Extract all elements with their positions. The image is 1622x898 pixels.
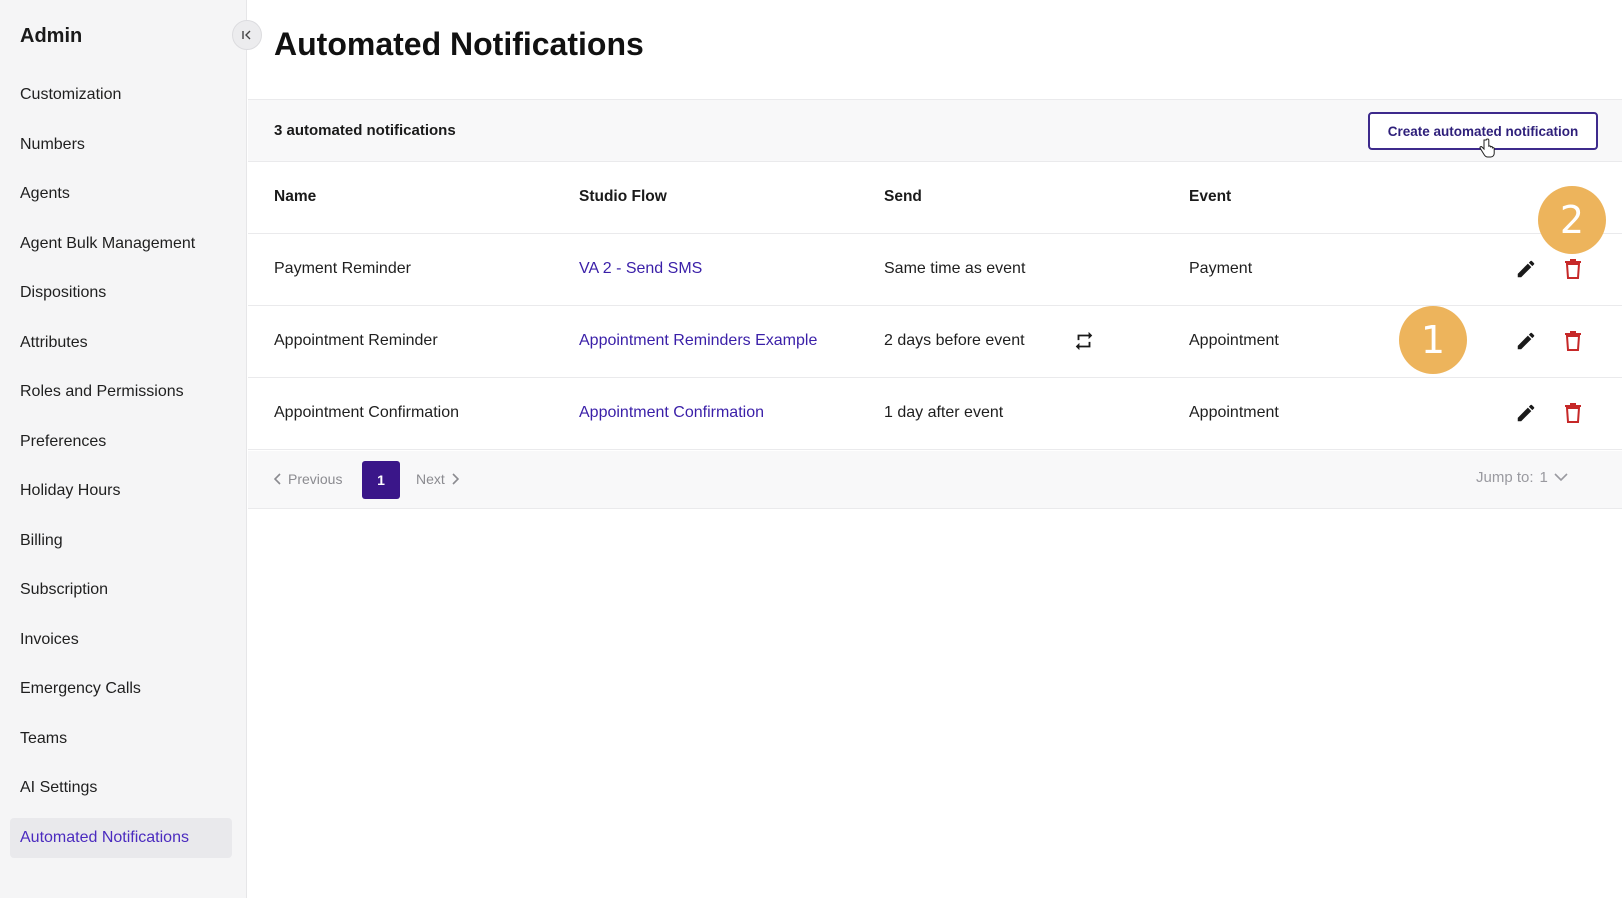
table-toolbar: 3 automated notifications Create automat… <box>248 99 1622 162</box>
jump-to-page: Jump to: 1 <box>1476 469 1568 486</box>
table-row: Appointment Confirmation Appointment Con… <box>248 378 1622 450</box>
sidebar-item-preferences[interactable]: Preferences <box>10 422 232 462</box>
notification-count: 3 automated notifications <box>274 122 456 139</box>
row-send: Same time as event <box>884 260 1026 277</box>
edit-pencil-icon[interactable] <box>1515 330 1537 352</box>
delete-trash-icon[interactable] <box>1563 258 1583 280</box>
delete-trash-icon[interactable] <box>1563 402 1583 424</box>
column-header-event[interactable]: Event <box>1189 188 1231 206</box>
page-number-button[interactable]: 1 <box>362 461 400 499</box>
sidebar-item-customization[interactable]: Customization <box>10 75 232 115</box>
sidebar-item-roles-and-permissions[interactable]: Roles and Permissions <box>10 372 232 412</box>
sidebar-item-attributes[interactable]: Attributes <box>10 323 232 363</box>
edit-pencil-icon[interactable] <box>1515 258 1537 280</box>
chevron-down-icon <box>1554 473 1568 482</box>
callout-badge-1: 1 <box>1399 306 1467 374</box>
edit-pencil-icon[interactable] <box>1515 402 1537 424</box>
callout-badge-2: 2 <box>1538 186 1606 254</box>
row-send: 1 day after event <box>884 404 1004 421</box>
sidebar-item-holiday-hours[interactable]: Holiday Hours <box>10 471 232 511</box>
row-name: Payment Reminder <box>274 260 411 277</box>
previous-label: Previous <box>288 471 343 487</box>
table-header: Name Studio Flow Send Event <box>248 162 1622 234</box>
row-name: Appointment Confirmation <box>274 404 459 421</box>
chevron-left-icon <box>274 473 281 485</box>
sidebar-item-subscription[interactable]: Subscription <box>10 570 232 610</box>
jump-to-select[interactable]: 1 <box>1540 469 1568 486</box>
row-event: Appointment <box>1189 404 1279 421</box>
sidebar-item-numbers[interactable]: Numbers <box>10 125 232 165</box>
previous-page-button[interactable]: Previous <box>274 471 342 487</box>
row-send: 2 days before event <box>884 332 1025 349</box>
chevron-right-icon <box>452 473 459 485</box>
row-studio-flow-link[interactable]: Appointment Reminders Example <box>579 332 817 350</box>
row-event: Appointment <box>1189 332 1279 349</box>
pagination: Previous 1 Next Jump to: 1 <box>248 451 1622 509</box>
sidebar-nav: Customization Numbers Agents Agent Bulk … <box>10 75 232 867</box>
column-header-send[interactable]: Send <box>884 188 922 206</box>
sidebar-item-teams[interactable]: Teams <box>10 719 232 759</box>
sidebar-item-ai-settings[interactable]: AI Settings <box>10 768 232 808</box>
repeat-icon <box>1075 331 1093 351</box>
row-event: Payment <box>1189 260 1253 277</box>
column-header-studio-flow[interactable]: Studio Flow <box>579 188 667 206</box>
sidebar-item-agents[interactable]: Agents <box>10 174 232 214</box>
sidebar-item-automated-notifications[interactable]: Automated Notifications <box>10 817 232 858</box>
sidebar-title: Admin <box>20 25 83 47</box>
collapse-left-icon <box>242 30 251 40</box>
sidebar: Admin Customization Numbers Agents Agent… <box>0 0 247 898</box>
app: Admin Customization Numbers Agents Agent… <box>0 0 1622 898</box>
main-content: Automated Notifications 3 automated noti… <box>248 0 1622 898</box>
sidebar-item-agent-bulk-management[interactable]: Agent Bulk Management <box>10 224 232 264</box>
sidebar-item-emergency-calls[interactable]: Emergency Calls <box>10 669 232 709</box>
page-title: Automated Notifications <box>274 26 644 62</box>
next-label: Next <box>416 471 445 487</box>
row-name: Appointment Reminder <box>274 332 438 349</box>
create-automated-notification-button[interactable]: Create automated notification <box>1368 112 1598 150</box>
sidebar-item-invoices[interactable]: Invoices <box>10 620 232 660</box>
jump-to-value: 1 <box>1539 469 1548 486</box>
sidebar-item-dispositions[interactable]: Dispositions <box>10 273 232 313</box>
next-page-button[interactable]: Next <box>416 471 459 487</box>
row-studio-flow-link[interactable]: Appointment Confirmation <box>579 404 764 422</box>
delete-trash-icon[interactable] <box>1563 330 1583 352</box>
table-row: Payment Reminder VA 2 - Send SMS Same ti… <box>248 234 1622 306</box>
collapse-sidebar-button[interactable] <box>232 20 262 50</box>
sidebar-item-billing[interactable]: Billing <box>10 521 232 561</box>
row-studio-flow-link[interactable]: VA 2 - Send SMS <box>579 260 702 278</box>
column-header-name[interactable]: Name <box>274 188 316 206</box>
jump-to-label: Jump to: <box>1476 469 1534 486</box>
